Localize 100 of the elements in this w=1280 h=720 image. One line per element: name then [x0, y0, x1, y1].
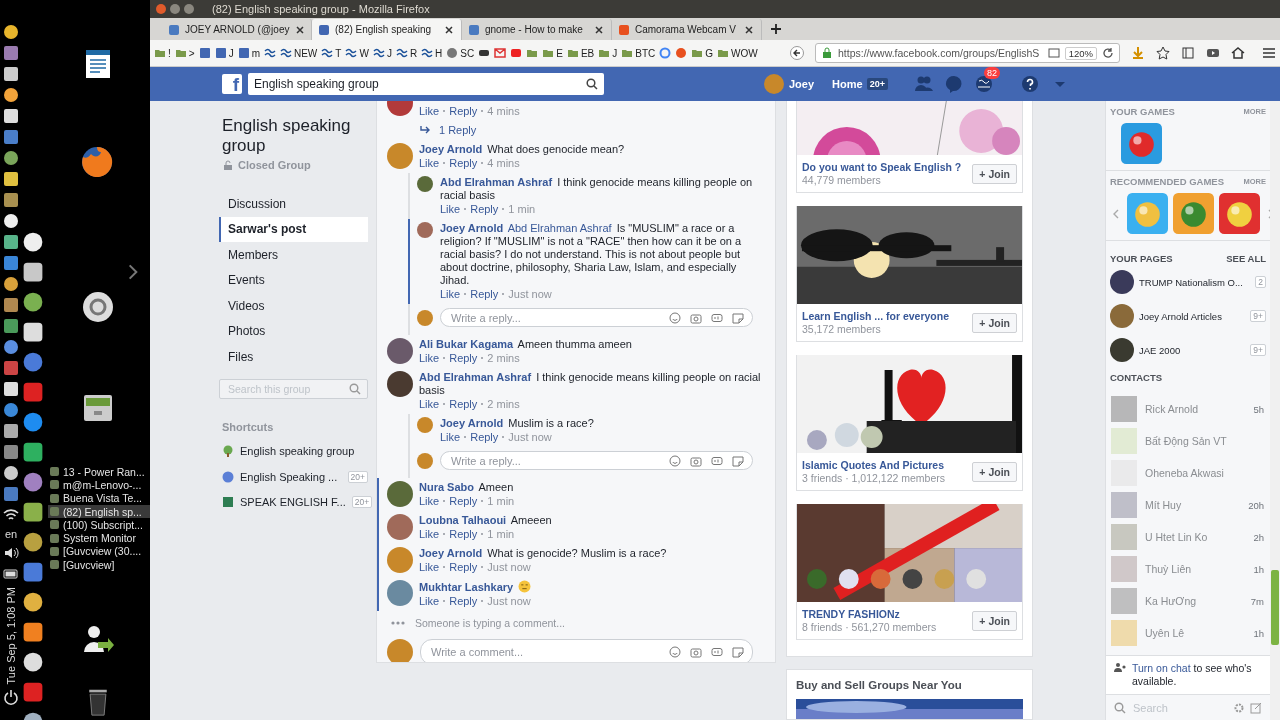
- commenter-name[interactable]: Nura Sabo: [419, 481, 474, 493]
- reload-icon[interactable]: [1102, 47, 1114, 59]
- help-icon[interactable]: [1019, 74, 1040, 94]
- window-list-item[interactable]: (100) Subscript...: [48, 518, 150, 532]
- app-icon[interactable]: [3, 234, 19, 250]
- app-icon[interactable]: [3, 66, 19, 82]
- commenter-name[interactable]: Joey Arnold: [419, 143, 483, 155]
- page-item[interactable]: TRUMP Nationalism O... 2: [1110, 266, 1266, 298]
- app-icon[interactable]: [3, 276, 19, 292]
- library-icon[interactable]: [1181, 46, 1195, 60]
- window-list-item[interactable]: (82) English sp...: [48, 504, 150, 519]
- commenter-name[interactable]: Ali Bukar Kagama: [419, 338, 514, 350]
- game-icon[interactable]: [1219, 193, 1260, 234]
- new-tab-icon[interactable]: [770, 23, 782, 35]
- app-icon[interactable]: [23, 622, 43, 642]
- maximize-window-button[interactable]: [184, 4, 194, 14]
- scrollbar-thumb[interactable]: [1271, 570, 1279, 645]
- shortcut-item[interactable]: English speaking group: [222, 438, 368, 464]
- home-link[interactable]: Home: [832, 78, 863, 90]
- contact-item[interactable]: Mít Huy 20h: [1111, 489, 1264, 521]
- app-icon[interactable]: [3, 192, 19, 208]
- bookmark[interactable]: [263, 47, 276, 59]
- app-icon[interactable]: [23, 232, 43, 252]
- camera-icon[interactable]: [690, 646, 702, 658]
- game-icon[interactable]: [1121, 123, 1162, 164]
- sticker-icon[interactable]: [732, 646, 744, 658]
- shortcut-item[interactable]: English Speaking ... 20+: [222, 464, 368, 490]
- app-icon[interactable]: [3, 24, 19, 40]
- reply-link[interactable]: Reply: [449, 594, 478, 608]
- bookmark[interactable]: m: [237, 47, 260, 59]
- zoom-level[interactable]: 120%: [1064, 46, 1097, 60]
- reader-icon[interactable]: [1047, 47, 1060, 59]
- star-icon[interactable]: [1156, 46, 1170, 60]
- comment-field[interactable]: Write a comment...: [420, 639, 753, 662]
- contact-item[interactable]: Rick Arnold 5h: [1111, 393, 1264, 425]
- compose-icon[interactable]: [1250, 701, 1262, 714]
- query-field[interactable]: English speaking group: [248, 73, 604, 95]
- close-icon[interactable]: [294, 23, 307, 36]
- app-icon[interactable]: [3, 444, 19, 460]
- globe-icon[interactable]: [81, 146, 113, 178]
- avatar[interactable]: [387, 338, 413, 364]
- search-icon[interactable]: [586, 78, 598, 90]
- nav-item[interactable]: Photos: [219, 318, 368, 344]
- bookmark[interactable]: J: [598, 47, 618, 59]
- avatar[interactable]: [417, 176, 433, 192]
- app-icon[interactable]: [23, 442, 43, 462]
- smiley-icon[interactable]: [669, 454, 681, 467]
- nav-item[interactable]: Discussion: [219, 191, 368, 217]
- close-icon[interactable]: [743, 23, 755, 36]
- minimize-window-button[interactable]: [170, 4, 180, 14]
- globe-icon[interactable]: [973, 74, 994, 94]
- like-link[interactable]: Like: [440, 287, 461, 301]
- replies-link[interactable]: 1 Reply: [439, 124, 477, 136]
- nav-item[interactable]: Members: [219, 242, 368, 268]
- close-icon[interactable]: [593, 23, 605, 36]
- keyboard-language[interactable]: en: [4, 528, 18, 540]
- bookmark[interactable]: SC: [446, 47, 475, 59]
- drawer-icon[interactable]: [82, 392, 114, 424]
- app-icon[interactable]: [3, 423, 19, 439]
- join-button[interactable]: + Join: [972, 163, 1017, 184]
- contact-item[interactable]: Thuỳ Liên 1h: [1111, 553, 1264, 585]
- smiley-icon[interactable]: [669, 646, 681, 658]
- app-icon[interactable]: [3, 87, 19, 103]
- bookmark[interactable]: BTC: [621, 47, 656, 59]
- app-icon[interactable]: [3, 150, 19, 166]
- bookmark[interactable]: J: [214, 47, 234, 59]
- see-all-link[interactable]: SEE ALL: [1226, 253, 1266, 264]
- join-button[interactable]: + Join: [972, 461, 1017, 482]
- sticker-icon[interactable]: [732, 454, 744, 467]
- video-icon[interactable]: [1206, 46, 1220, 60]
- app-icon[interactable]: [3, 108, 19, 124]
- app-icon[interactable]: [23, 472, 43, 492]
- smiley-icon[interactable]: [669, 311, 681, 324]
- menu-icon[interactable]: [1262, 46, 1276, 60]
- commenter-name[interactable]: Joey Arnold: [419, 547, 483, 559]
- app-icon[interactable]: [23, 652, 43, 672]
- like-link[interactable]: Like: [419, 156, 440, 170]
- commenter-name[interactable]: Loubna Talhaoui: [419, 514, 507, 526]
- home-icon[interactable]: [1231, 46, 1245, 60]
- gif-icon[interactable]: [711, 646, 723, 658]
- battery-icon[interactable]: [3, 566, 19, 582]
- url-field[interactable]: https://www.facebook.com/groups/EnglishS 120%: [815, 43, 1120, 63]
- nav-item[interactable]: Sarwar's post: [219, 216, 368, 242]
- sticker-icon[interactable]: [732, 311, 744, 324]
- bookmark[interactable]: NEW: [279, 47, 318, 59]
- group-name[interactable]: TRENDY FASHIONz: [802, 608, 969, 620]
- reply-link[interactable]: Reply: [449, 494, 478, 508]
- bookmark[interactable]: E: [542, 47, 563, 59]
- group-name[interactable]: Do you want to Speak English ?: [802, 161, 969, 173]
- volume-icon[interactable]: [3, 545, 19, 561]
- like-link[interactable]: Like: [419, 527, 440, 541]
- like-link[interactable]: Like: [419, 560, 440, 574]
- like-link[interactable]: Like: [440, 430, 461, 444]
- window-list-item[interactable]: System Monitor: [48, 531, 150, 545]
- app-icon[interactable]: [23, 532, 43, 552]
- page-item[interactable]: JAE 2000 9+: [1110, 334, 1266, 366]
- bookmark[interactable]: >: [174, 47, 195, 59]
- window-list-item[interactable]: [Guvcview]: [48, 558, 150, 572]
- page-item[interactable]: Joey Arnold Articles 9+: [1110, 300, 1266, 332]
- commenter-name[interactable]: Abd Elrahman Ashraf: [440, 176, 553, 188]
